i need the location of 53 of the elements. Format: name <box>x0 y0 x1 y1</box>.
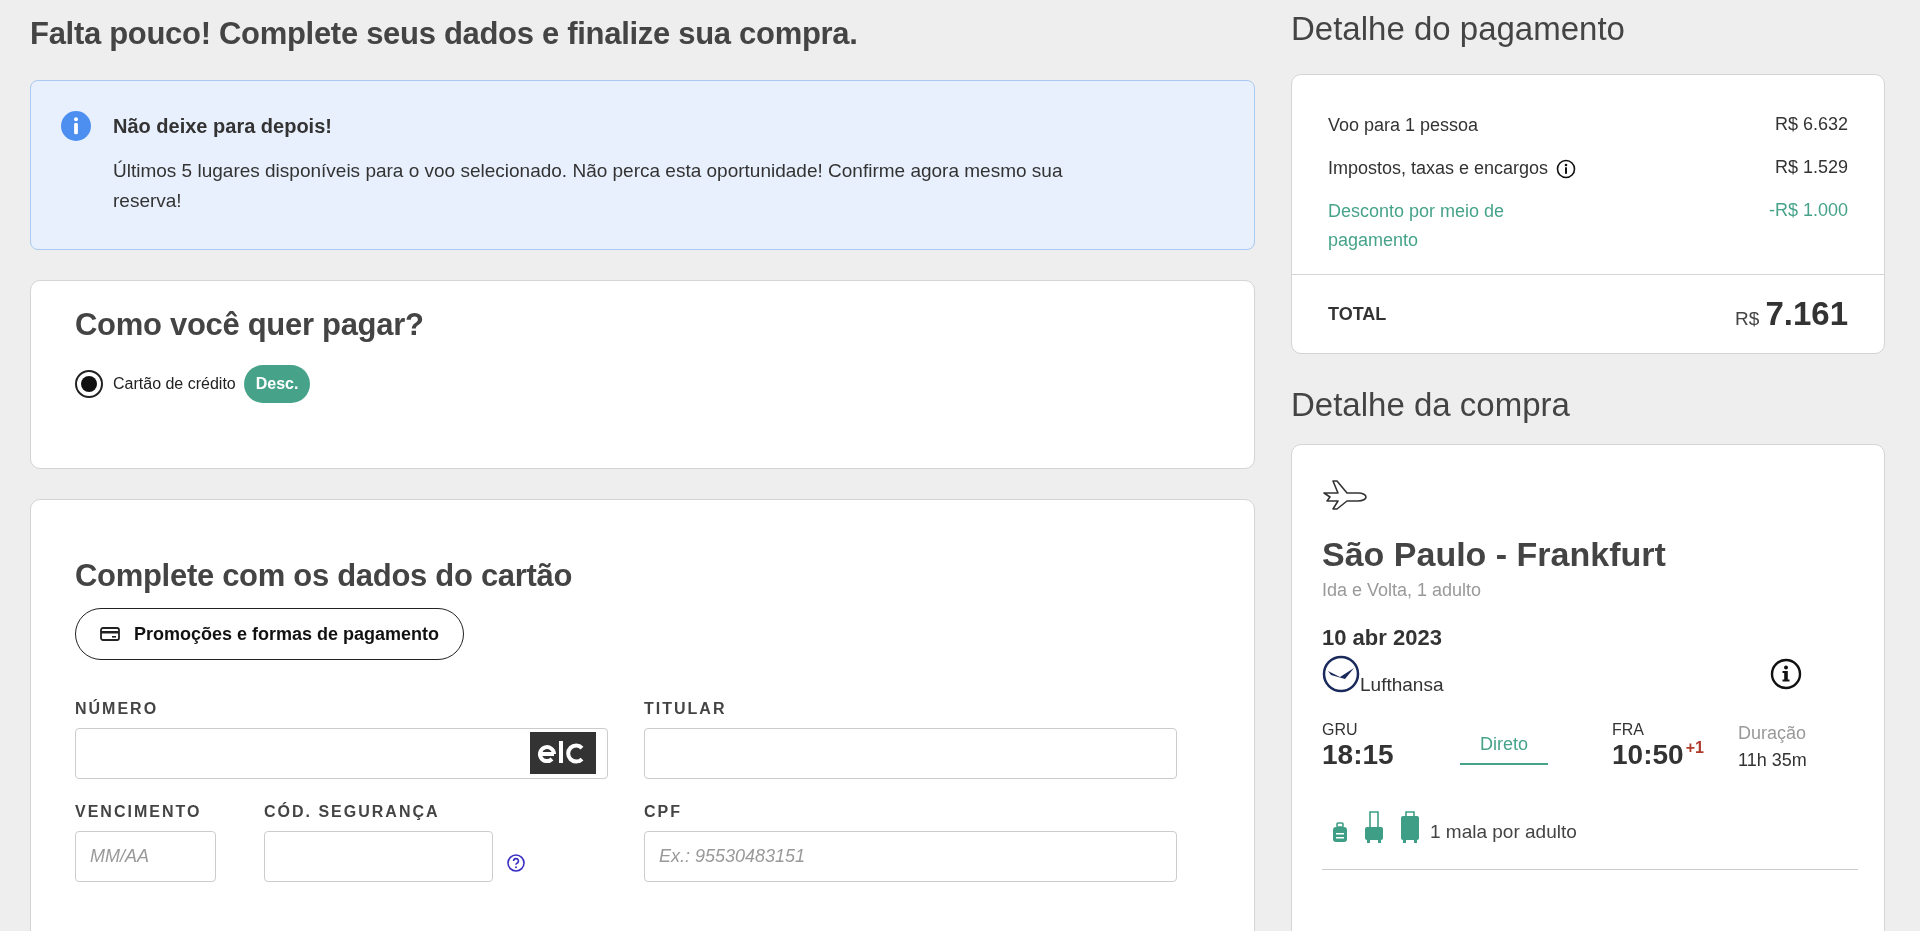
option-label: Cartão de crédito <box>113 375 236 393</box>
input-field[interactable] <box>264 831 493 882</box>
airport-code: GRU <box>1322 721 1359 739</box>
help-icon[interactable] <box>507 853 525 872</box>
duration-label: Duração <box>1738 723 1807 744</box>
discount-badge: Desc. <box>243 365 311 403</box>
alert-title: Não deixe para depois! <box>113 115 333 138</box>
field-label: CPF <box>644 803 683 821</box>
departure-time: 18:15 <box>1322 739 1395 771</box>
stops-label: Direto <box>1460 734 1548 765</box>
section-title: Complete com os dados do cartão <box>75 558 574 594</box>
input-field[interactable]: Ex.: 95530483151 <box>644 831 1177 882</box>
price-label: Voo para 1 pessoa <box>1328 114 1479 137</box>
duration-value: 11h 35m <box>1738 750 1807 771</box>
price-amount: R$ 1.529 <box>1774 156 1848 179</box>
info-icon[interactable] <box>1770 658 1802 690</box>
suitcase-icon <box>1400 811 1420 843</box>
currency-symbol: R$ <box>1735 308 1760 330</box>
flight-date: 10 abr 2023 <box>1322 625 1443 651</box>
info-icon <box>61 111 91 141</box>
airplane-icon <box>1322 479 1368 511</box>
baggage-allowance: 1 mala por adulto <box>1430 821 1577 843</box>
airline-name: Lufthansa <box>1360 674 1444 696</box>
section-title: Detalhe do pagamento <box>1291 10 1626 48</box>
card-icon <box>100 627 120 641</box>
backpack-icon <box>1332 821 1348 843</box>
promotions-button[interactable]: Promoções e formas de pagamento <box>75 608 465 660</box>
section-title: Detalhe da compra <box>1291 386 1571 424</box>
info-icon[interactable] <box>1556 158 1577 179</box>
day-offset: +1 <box>1685 739 1704 757</box>
arrival-time: 10:50 <box>1612 739 1684 771</box>
route-title: São Paulo - Frankfurt <box>1322 535 1667 574</box>
price-label: Desconto por meio de pagamento <box>1328 200 1506 252</box>
field-label: CÓD. SEGURANÇA <box>264 803 441 821</box>
total-amount: 7.161 <box>1765 295 1848 333</box>
card-brand-logo-icon <box>530 732 596 774</box>
input-field[interactable] <box>644 728 1177 779</box>
total-label: TOTAL <box>1328 303 1387 325</box>
input-field[interactable]: MM/AA <box>75 831 216 882</box>
field-label: VENCIMENTO <box>75 803 203 821</box>
price-label: Impostos, taxas e encargos <box>1328 157 1549 180</box>
price-amount: -R$ 1.000 <box>1768 199 1848 222</box>
airline-logo-icon <box>1322 655 1360 693</box>
trolley-bag-icon <box>1364 811 1384 843</box>
radio-button[interactable] <box>75 370 103 398</box>
page-title: Falta pouco! Complete seus dados e finalize sua compra. <box>30 16 859 52</box>
price-amount: R$ 6.632 <box>1774 113 1848 136</box>
alert-message: Últimos 5 lugares disponíveis para o voo selecionado. Não perca esta oportunidade! Confirme agora mesmo sua reserva! <box>113 159 1064 213</box>
input-field[interactable] <box>75 728 608 779</box>
field-label: TITULAR <box>644 700 728 718</box>
trip-description: Ida e Volta, 1 adulto <box>1322 580 1483 601</box>
section-title: Como você quer pagar? <box>75 307 425 343</box>
field-label: NÚMERO <box>75 700 160 718</box>
